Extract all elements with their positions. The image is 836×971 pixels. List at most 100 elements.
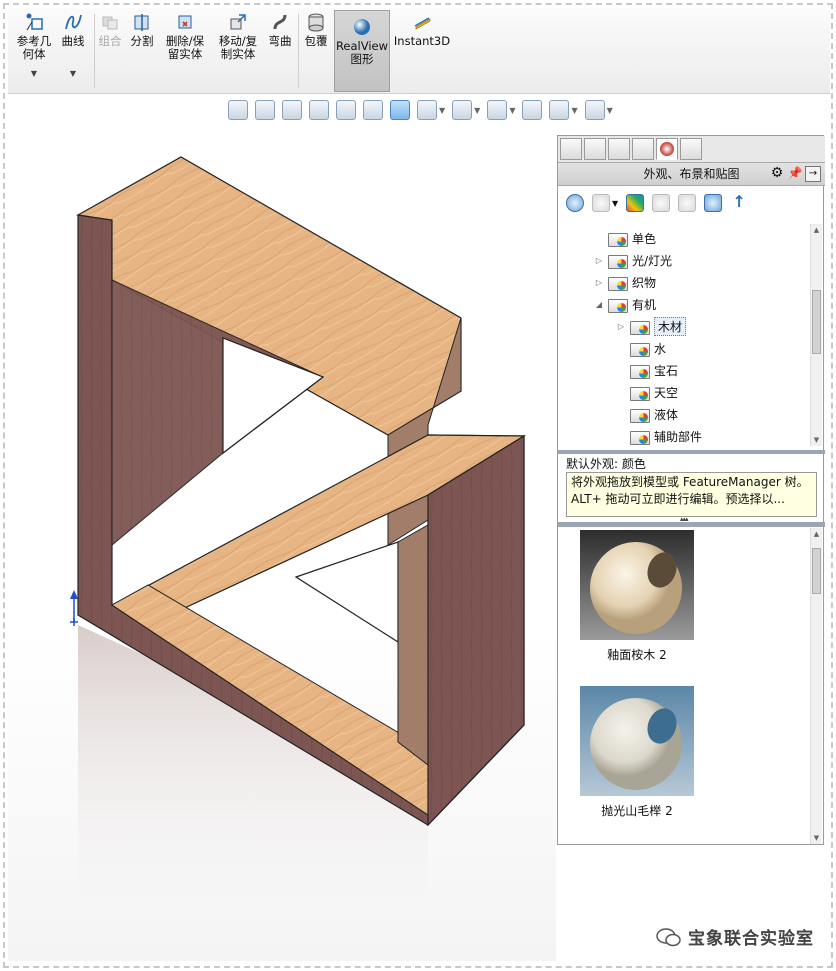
add-appearance-icon[interactable] xyxy=(626,194,645,212)
tree-item-wood[interactable]: ▷ 木材 xyxy=(616,316,687,336)
chevron-down-icon[interactable]: ▼ xyxy=(571,106,577,115)
chevron-down-icon[interactable]: ▼ xyxy=(31,67,37,80)
zoom-to-area-icon[interactable] xyxy=(255,100,275,120)
expander-icon[interactable]: ▷ xyxy=(616,322,626,331)
swatch-card[interactable]: 抛光山毛榉 2 xyxy=(580,686,694,819)
tree-item-water[interactable]: 水 xyxy=(616,338,666,358)
tree-item-label: 液体 xyxy=(654,407,679,422)
expander-icon[interactable]: ▷ xyxy=(594,278,604,287)
realview-button[interactable]: RealView 图形 xyxy=(334,10,390,92)
curves-button[interactable]: 曲线 ▼ xyxy=(56,12,90,80)
appearance-folder-icon xyxy=(630,340,650,357)
dynamic-annotation-icon[interactable] xyxy=(336,100,356,120)
display-style-icon[interactable] xyxy=(452,100,473,120)
triad-arrow-icon xyxy=(70,590,78,599)
scrollbar-thumb[interactable] xyxy=(812,548,821,594)
collapse-pane-icon[interactable]: → xyxy=(805,166,821,182)
heads-up-view-toolbar: ▼ ▼ ▼ ▼ ▼ xyxy=(228,98,613,122)
edit-appearance-icon[interactable] xyxy=(522,100,543,120)
hide-show-items-icon[interactable] xyxy=(487,100,508,120)
chevron-down-icon[interactable]: ▼ xyxy=(70,67,76,80)
graphics-area[interactable] xyxy=(8,125,556,961)
custom-properties-tab-icon[interactable] xyxy=(680,138,702,160)
gear-icon[interactable]: ⚙ xyxy=(769,166,785,182)
shaded-with-edges-icon[interactable] xyxy=(390,100,410,120)
delete-body-icon xyxy=(175,12,195,32)
delete-keep-body-button[interactable]: 删除/保 留实体 xyxy=(162,12,208,61)
appearance-folder-icon xyxy=(630,318,650,335)
wood-model[interactable] xyxy=(8,125,556,961)
split-label: 分割 xyxy=(130,34,154,48)
view-palette-tab-icon[interactable] xyxy=(632,138,654,160)
previous-view-icon[interactable] xyxy=(282,100,302,120)
chevron-down-icon[interactable]: ▼ xyxy=(607,106,613,115)
chevron-down-icon[interactable]: ▼ xyxy=(474,106,480,115)
task-pane-title: 外观、布景和贴图 ⚙ 📌 → xyxy=(558,162,825,186)
wrap-icon xyxy=(306,12,326,32)
swatch-card[interactable]: 釉面桉木 2 xyxy=(580,530,694,663)
back-icon[interactable] xyxy=(566,194,584,212)
tree-scrollbar[interactable]: ▲ ▼ xyxy=(810,224,822,446)
appearance-folder-icon xyxy=(608,252,628,269)
swatch-label: 釉面桉木 2 xyxy=(607,648,667,662)
instant3d-icon xyxy=(412,12,432,32)
wrap-button[interactable]: 包覆 xyxy=(302,12,330,48)
expander-icon[interactable]: ◢ xyxy=(594,300,604,309)
tree-item-sky[interactable]: 天空 xyxy=(616,382,678,402)
refresh-icon[interactable] xyxy=(704,194,723,212)
gallery-scrollbar[interactable]: ▲ ▼ xyxy=(810,528,822,844)
expander-icon[interactable]: ▷ xyxy=(594,256,604,265)
move-copy-body-button[interactable]: 移动/复 制实体 xyxy=(214,12,262,61)
tree-item-solid-color[interactable]: 单色 xyxy=(594,228,656,248)
scrollbar-thumb[interactable] xyxy=(812,290,821,354)
tree-item-label: 水 xyxy=(654,341,667,356)
split-button[interactable]: 分割 xyxy=(128,12,156,48)
zoom-to-fit-icon[interactable] xyxy=(228,100,248,120)
reference-geometry-button[interactable]: 参考几 何体 ▼ xyxy=(14,12,54,80)
tree-item-gem[interactable]: 宝石 xyxy=(616,360,678,380)
draft-quality-icon[interactable] xyxy=(363,100,383,120)
tree-item-fabric[interactable]: ▷ 织物 xyxy=(594,272,656,292)
command-ribbon: 参考几 何体 ▼ 曲线 ▼ 组合 分割 删除/保 留实体 移动/复 制实体 弯曲… xyxy=(8,8,830,94)
tree-item-label: 宝石 xyxy=(654,363,679,378)
delete-keep-body-label: 删除/保 留实体 xyxy=(165,34,205,61)
default-appearance-text: 默认外观: 颜色 xyxy=(566,457,646,471)
home-tab-icon[interactable] xyxy=(560,138,582,160)
view-settings-icon[interactable] xyxy=(584,100,605,120)
appearances-tab-icon[interactable] xyxy=(656,138,678,160)
forward-icon[interactable] xyxy=(592,194,610,212)
file-explorer-tab-icon[interactable] xyxy=(608,138,630,160)
open-folder-icon[interactable] xyxy=(678,194,697,212)
scroll-down-icon[interactable]: ▼ xyxy=(811,834,822,842)
tree-item-lights[interactable]: ▷ 光/灯光 xyxy=(594,250,672,270)
combine-button[interactable]: 组合 xyxy=(96,12,124,48)
appearance-folder-icon xyxy=(608,296,628,313)
instant3d-button[interactable]: Instant3D xyxy=(394,12,450,48)
swatch-label: 抛光山毛榉 2 xyxy=(601,804,673,818)
scroll-up-icon[interactable]: ▲ xyxy=(811,530,822,538)
watermark: 宝象联合实验室 xyxy=(656,924,814,949)
pane-splitter-handle[interactable] xyxy=(558,515,825,527)
task-pane-tabs xyxy=(558,136,825,162)
tree-item-liquid[interactable]: 液体 xyxy=(616,404,678,424)
flex-button[interactable]: 弯曲 xyxy=(266,12,294,48)
chevron-down-icon[interactable]: ▼ xyxy=(509,106,515,115)
scroll-down-icon[interactable]: ▼ xyxy=(811,436,822,444)
up-level-icon[interactable]: ↑ xyxy=(730,194,748,212)
appearance-gallery: 釉面桉木 2 抛光山毛榉 2 xyxy=(558,528,812,844)
tree-item-auxiliary[interactable]: 辅助部件 xyxy=(616,426,702,446)
chevron-down-icon[interactable]: ▼ xyxy=(612,199,618,208)
section-view-icon[interactable] xyxy=(309,100,329,120)
pane-splitter[interactable] xyxy=(558,450,825,454)
scroll-up-icon[interactable]: ▲ xyxy=(811,226,822,234)
realview-label: RealView 图形 xyxy=(335,39,389,66)
appearance-folder-icon xyxy=(630,428,650,445)
tree-item-organic[interactable]: ◢ 有机 xyxy=(594,294,656,314)
instant3d-label: Instant3D xyxy=(393,34,451,48)
design-library-tab-icon[interactable] xyxy=(584,138,606,160)
add-folder-icon[interactable] xyxy=(652,194,671,212)
pin-icon[interactable]: 📌 xyxy=(787,166,803,182)
chevron-down-icon[interactable]: ▼ xyxy=(439,106,445,115)
view-orientation-icon[interactable] xyxy=(417,100,437,120)
apply-scene-icon[interactable] xyxy=(549,100,570,120)
